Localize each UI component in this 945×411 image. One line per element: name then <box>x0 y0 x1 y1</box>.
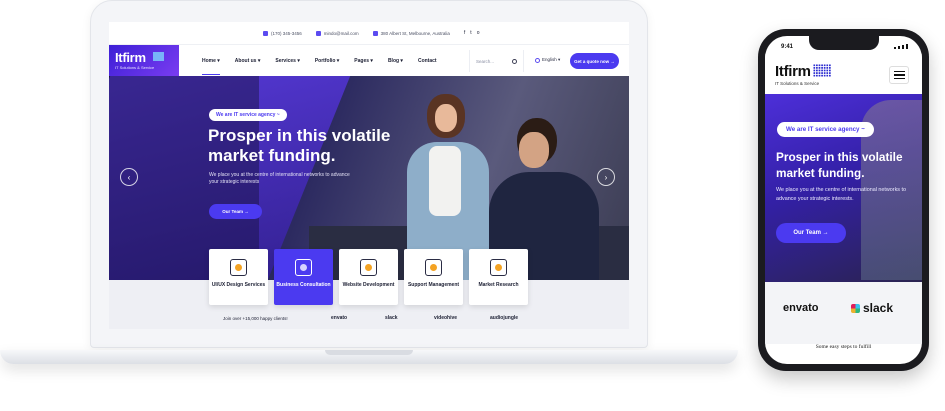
phone-hero-badge: We are IT service agency ~ <box>777 122 874 137</box>
menu-item-home[interactable]: Home ▾ <box>202 58 220 75</box>
slack-icon <box>851 303 860 313</box>
phone-header: Itfirm IT Solutions & Service <box>765 54 922 94</box>
service-card-consultation[interactable]: Business Consultation <box>274 249 333 305</box>
phone-brands: envato slack <box>765 282 922 344</box>
phone-icon <box>263 30 268 36</box>
brand-audiojungle-logo: audiojungle <box>490 315 519 321</box>
search-icon[interactable] <box>512 58 517 64</box>
menu-item-services[interactable]: Services ▾ <box>275 58 299 64</box>
top-info-bar: (170) 345-3456 mindo@mail.com 380 Albert… <box>109 22 629 44</box>
signal-icon <box>894 44 908 49</box>
phone-screen: 9:41 Itfirm IT Solutions & Service We ar… <box>765 36 922 364</box>
phone-logo-name[interactable]: Itfirm <box>775 63 811 80</box>
main-menu: Home ▾ About us ▾ Services ▾ Portfolio ▾… <box>202 45 437 77</box>
logo-dots-icon <box>813 64 831 77</box>
menu-item-portfolio[interactable]: Portfolio ▾ <box>315 58 339 64</box>
search-box[interactable]: Search... <box>469 50 524 72</box>
our-team-button[interactable]: Our Team → <box>209 204 262 219</box>
service-label: Business Consultation <box>276 282 331 288</box>
research-icon <box>490 259 507 276</box>
clients-row: Join over +15,000 happy clients! envato … <box>109 311 629 325</box>
info-address-text: 380 Albert St, Melbourne, Australia <box>380 30 450 36</box>
support-icon <box>425 259 442 276</box>
logo[interactable]: Itfirm IT Solutions & Service <box>109 45 179 77</box>
twitter-icon[interactable]: t <box>470 30 471 36</box>
service-card-web-dev[interactable]: Website Development <box>339 249 398 305</box>
phone-our-team-button[interactable]: Our Team → <box>776 223 846 243</box>
info-phone[interactable]: (170) 345-3456 <box>263 30 302 36</box>
brand-slack-logo: slack <box>851 301 893 315</box>
service-card-uiux[interactable]: UI/UX Design Services <box>209 249 268 305</box>
mail-icon <box>315 30 321 36</box>
language-selector[interactable]: English ▾ <box>535 57 560 63</box>
phone-notch <box>809 36 879 50</box>
language-label: English ▾ <box>542 57 561 62</box>
team-icon <box>295 259 312 276</box>
info-address: 380 Albert St, Melbourne, Australia <box>372 30 450 36</box>
laptop-notch <box>325 350 413 355</box>
logo-tagline: IT Solutions & Service <box>115 65 155 70</box>
social-links: f t o <box>464 30 480 36</box>
menu-item-pages[interactable]: Pages ▾ <box>354 58 373 64</box>
mockup-stage: (170) 345-3456 mindo@mail.com 380 Albert… <box>0 0 945 411</box>
phone-hero-description: We place you at the centre of internatio… <box>776 187 906 202</box>
menu-item-blog[interactable]: Blog ▾ <box>388 58 403 64</box>
brand-videohive-logo: videohive <box>434 315 458 321</box>
phone-logo-tagline: IT Solutions & Service <box>775 81 820 86</box>
laptop-screen: (170) 345-3456 mindo@mail.com 380 Albert… <box>109 22 629 329</box>
menu-item-contact[interactable]: Contact <box>418 58 437 64</box>
globe-icon <box>535 57 540 63</box>
status-time: 9:41 <box>781 44 794 50</box>
info-email[interactable]: mindo@mail.com <box>315 30 359 36</box>
brand-envato-logo: envato <box>783 302 819 314</box>
slider-prev-button[interactable]: ‹ <box>120 168 138 186</box>
service-cards: UI/UX Design Services Business Consultat… <box>209 249 528 305</box>
main-navbar: Itfirm IT Solutions & Service Home ▾ Abo… <box>109 44 629 77</box>
info-email-text: mindo@mail.com <box>323 30 359 36</box>
info-phone-text: (170) 345-3456 <box>271 30 302 36</box>
service-card-support[interactable]: Support Management <box>404 249 463 305</box>
hero-title: Prosper in this volatile market funding. <box>208 126 391 165</box>
get-quote-button[interactable]: Get a quote now → <box>570 53 619 69</box>
service-label: Support Management <box>407 282 460 288</box>
facebook-icon[interactable]: f <box>464 30 465 36</box>
code-icon <box>360 259 377 276</box>
hero-description: We place you at the centre of internatio… <box>209 172 350 185</box>
design-icon <box>230 259 247 276</box>
menu-item-about[interactable]: About us ▾ <box>235 58 261 64</box>
logo-name: Itfirm <box>115 50 146 65</box>
service-label: Website Development <box>342 282 395 288</box>
instagram-icon[interactable]: o <box>477 30 480 36</box>
brand-slack-logo: slack <box>385 315 398 321</box>
slack-wordmark: slack <box>863 301 894 315</box>
happy-clients-text: Join over +15,000 happy clients! <box>223 315 288 321</box>
hamburger-menu-icon[interactable] <box>889 66 909 84</box>
location-icon <box>372 30 378 36</box>
logo-dots-icon <box>153 52 164 61</box>
phone-hero-title: Prosper in this volatile market funding. <box>776 150 903 180</box>
service-card-research[interactable]: Market Research <box>469 249 528 305</box>
service-label: UI/UX Design Services <box>211 282 266 288</box>
hero-badge: We are IT service agency ~ <box>209 109 287 121</box>
phone-steps-heading: Some easy steps to fulfill <box>815 344 872 350</box>
service-label: Market Research <box>478 282 519 288</box>
phone-hero: We are IT service agency ~ Prosper in th… <box>765 94 922 282</box>
search-input[interactable]: Search... <box>476 59 494 64</box>
brand-envato-logo: envato <box>331 315 348 321</box>
slider-next-button[interactable]: › <box>597 168 615 186</box>
